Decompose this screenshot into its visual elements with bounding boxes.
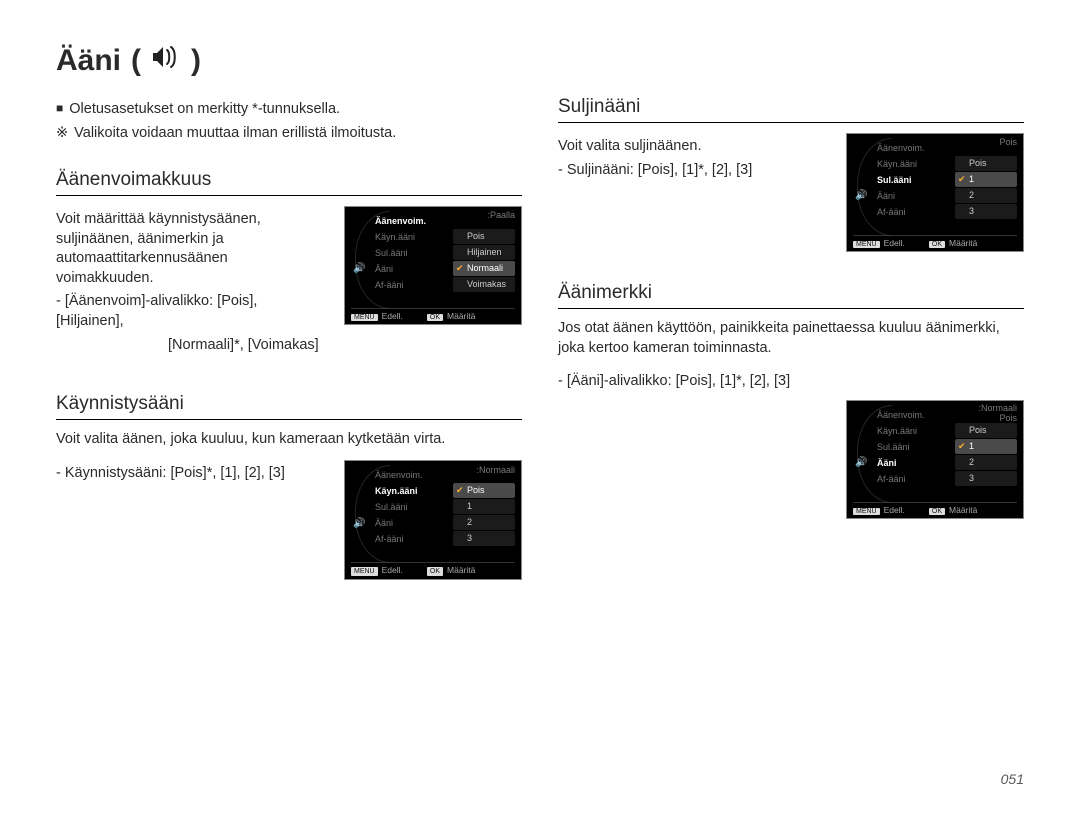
divider bbox=[558, 308, 1024, 309]
speaker-icon: 🔊 bbox=[855, 457, 867, 468]
screenshot-start: 🔊 Äänenvoim. Käyn.ääni Sul.ääni Ääni Af-… bbox=[344, 460, 522, 580]
note-mark-icon: ※ bbox=[56, 124, 68, 144]
bullet-square-icon: ■ bbox=[56, 100, 63, 116]
option-item-selected: ✔Pois bbox=[453, 483, 515, 498]
volume-heading: Äänenvoimakkuus bbox=[56, 169, 522, 191]
option-item: Voimakas bbox=[453, 277, 515, 292]
option-item: 2 bbox=[453, 515, 515, 530]
option-item: 3 bbox=[453, 531, 515, 546]
check-icon: ✔ bbox=[958, 172, 966, 187]
right-label: :Normaali bbox=[476, 464, 515, 476]
check-icon: ✔ bbox=[456, 261, 464, 276]
screenshot-volume: 🔊 Äänenvoim. Käyn.ääni Sul.ääni Ääni Af-… bbox=[344, 206, 522, 325]
volume-options-a: - [Äänenvoim]-alivalikko: [Pois], [Hilja… bbox=[56, 292, 326, 331]
start-options: - Käynnistysääni: [Pois]*, [1], [2], [3] bbox=[56, 464, 326, 484]
option-item-selected: ✔1 bbox=[955, 439, 1017, 454]
option-item: 2 bbox=[955, 455, 1017, 470]
intro-line-1: Oletusasetukset on merkitty *-tunnuksell… bbox=[69, 101, 340, 117]
check-icon: ✔ bbox=[958, 439, 966, 454]
screenshot-footer: MENUEdell. OKMääritä bbox=[351, 308, 515, 321]
beep-options: - [Ääni]-alivalikko: [Pois], [1]*, [2], … bbox=[558, 372, 1024, 392]
option-item: 1 bbox=[453, 499, 515, 514]
check-icon: ✔ bbox=[456, 483, 464, 498]
option-item: 3 bbox=[955, 471, 1017, 486]
page-title: Ääni ( ) bbox=[56, 44, 1024, 78]
divider bbox=[56, 195, 522, 196]
right-column: Suljinääni Voit valita suljinäänen. - Su… bbox=[558, 96, 1024, 588]
screenshot-footer: MENUEdell. OKMääritä bbox=[853, 235, 1017, 248]
option-item: 2 bbox=[955, 188, 1017, 203]
title-paren-open: ( bbox=[131, 44, 141, 78]
speaker-icon bbox=[151, 44, 181, 78]
option-item: Pois bbox=[955, 156, 1017, 171]
screenshot-shutter: 🔊 Äänenvoim. Käyn.ääni Sul.ääni Ääni Af-… bbox=[846, 133, 1024, 252]
speaker-icon: 🔊 bbox=[855, 190, 867, 201]
title-text: Ääni bbox=[56, 44, 121, 78]
option-item: Pois bbox=[955, 423, 1017, 438]
option-item-selected: ✔1 bbox=[955, 172, 1017, 187]
right-label: Pois bbox=[999, 137, 1017, 147]
volume-options-b: [Normaali]*, [Voimakas] bbox=[56, 336, 326, 356]
title-paren-close: ) bbox=[191, 44, 201, 78]
screenshot-beep: 🔊 Äänenvoim. Käyn.ääni Sul.ääni Ääni Af-… bbox=[846, 400, 1024, 519]
right-label: :Paalla bbox=[487, 210, 515, 220]
intro-line-2: Valikoita voidaan muuttaa ilman erillist… bbox=[74, 125, 396, 141]
screenshot-footer: MENUEdell. OKMääritä bbox=[853, 502, 1017, 515]
shutter-heading: Suljinääni bbox=[558, 96, 1024, 118]
manual-page: Ääni ( ) ■ Oletusasetukset on merkitty *-… bbox=[0, 0, 1080, 815]
start-heading: Käynnistysääni bbox=[56, 393, 522, 415]
volume-body: Voit määrittää käynnistysäänen, suljinää… bbox=[56, 210, 326, 288]
divider bbox=[56, 419, 522, 420]
option-item-selected: ✔Normaali bbox=[453, 261, 515, 276]
beep-heading: Äänimerkki bbox=[558, 282, 1024, 304]
option-item: 3 bbox=[955, 204, 1017, 219]
start-body: Voit valita äänen, joka kuuluu, kun kame… bbox=[56, 430, 522, 450]
option-item: Hiljainen bbox=[453, 245, 515, 260]
right-label: :Normaali Pois bbox=[978, 404, 1017, 424]
beep-body: Jos otat äänen käyttöön, painikkeita pai… bbox=[558, 319, 1024, 358]
shutter-options: - Suljinääni: [Pois], [1]*, [2], [3] bbox=[558, 161, 828, 181]
left-column: ■ Oletusasetukset on merkitty *-tunnuksel… bbox=[56, 96, 522, 588]
shutter-body: Voit valita suljinäänen. bbox=[558, 137, 828, 157]
page-number: 051 bbox=[1001, 771, 1024, 787]
divider bbox=[558, 122, 1024, 123]
option-item: Pois bbox=[453, 229, 515, 244]
speaker-icon: 🔊 bbox=[353, 263, 365, 274]
intro-block: ■ Oletusasetukset on merkitty *-tunnuksel… bbox=[56, 100, 522, 143]
speaker-icon: 🔊 bbox=[353, 517, 365, 531]
screenshot-footer: MENUEdell. OKMääritä bbox=[351, 562, 515, 576]
